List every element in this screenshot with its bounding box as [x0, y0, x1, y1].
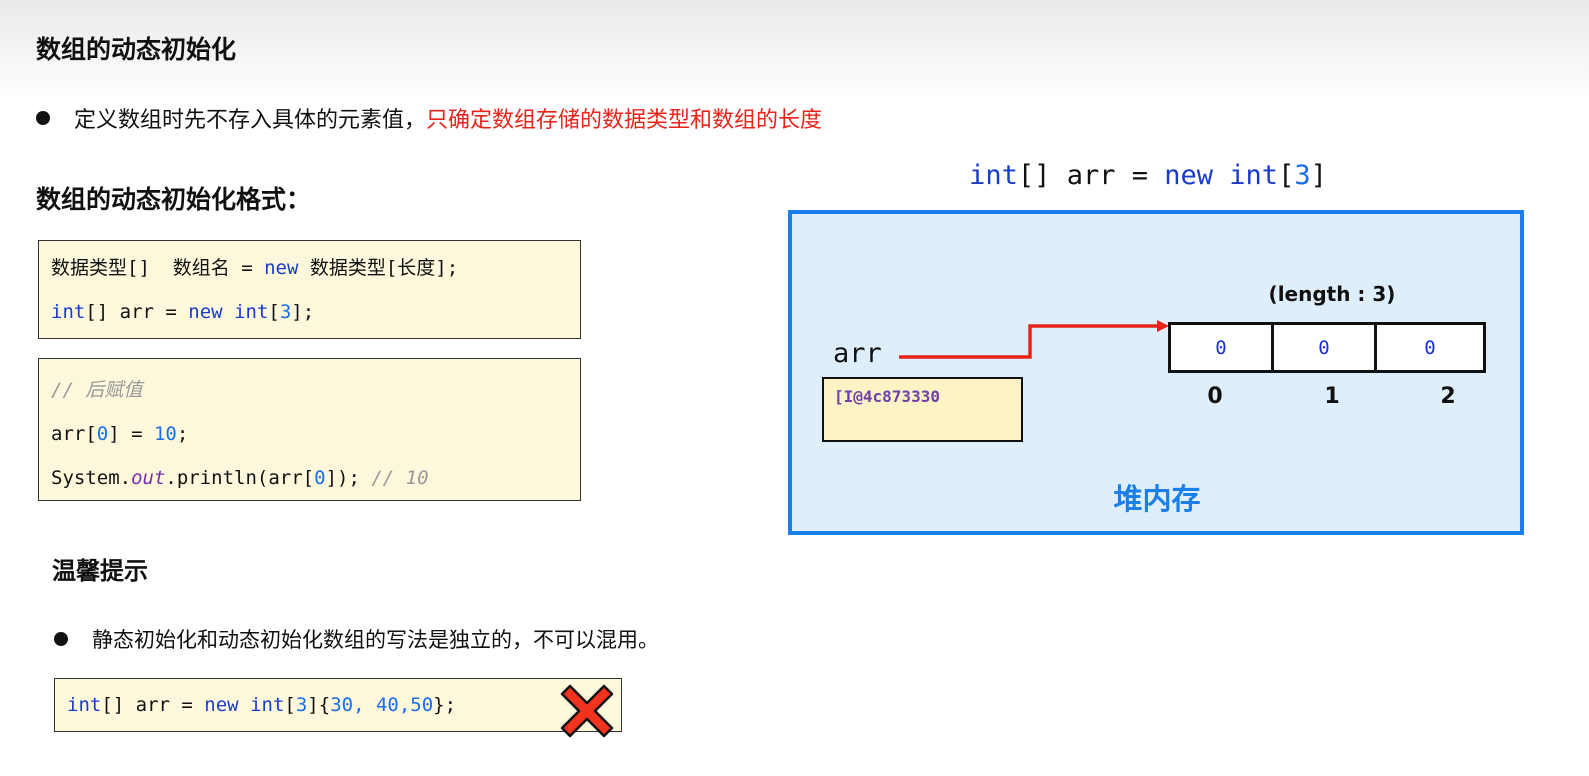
bullet-dot-icon	[54, 632, 68, 646]
code-line: System.out.println(arr[0]); // 10	[39, 456, 580, 500]
array-cell: 0	[1168, 322, 1274, 373]
code-token: 3	[279, 301, 292, 323]
heap-label: 堆内存	[1113, 482, 1201, 516]
address-box: [I@4c873330	[822, 377, 1023, 442]
code-token: 30, 40,50	[330, 694, 434, 716]
code-token: // 后赋值	[51, 379, 143, 401]
code-token: int	[51, 301, 86, 323]
tip-heading: 温馨提示	[52, 557, 148, 585]
code-token: int	[1229, 160, 1279, 191]
code-token: new	[1164, 160, 1214, 191]
code-token: 3	[1294, 160, 1311, 191]
array-cell: 0	[1271, 322, 1377, 373]
array-index: 1	[1324, 384, 1340, 409]
code-token: arr[	[51, 423, 97, 445]
array-cell: 0	[1374, 322, 1486, 373]
code-token: int	[250, 694, 285, 716]
code-token: ]{	[307, 694, 331, 716]
code-token: out	[131, 467, 166, 489]
code-token: // 10	[371, 467, 429, 489]
code-token: 数据类型[长度];	[298, 257, 459, 279]
code-token: [	[268, 301, 280, 323]
code-token: new	[188, 301, 223, 323]
code-token: [	[1278, 160, 1295, 191]
length-label: (length : 3)	[1268, 282, 1396, 306]
code-token: new	[264, 257, 299, 279]
slide-title: 数组的动态初始化	[36, 35, 237, 64]
diagram-heading: int[] arr = new int[3]	[788, 160, 1508, 191]
code-token: 3	[295, 694, 308, 716]
code-token: ]);	[325, 467, 372, 489]
bullet-dot-icon	[36, 111, 50, 125]
bullet-tip: 静态初始化和动态初始化数组的写法是独立的，不可以混用。	[54, 624, 659, 654]
code-token: 10	[153, 423, 177, 445]
code-token: };	[433, 694, 457, 716]
code-box-assign: // 后赋值 arr[0] = 10; System.out.println(arr…	[38, 358, 581, 501]
code-token: System.	[51, 467, 132, 489]
code-token: new	[204, 694, 239, 716]
bullet-definition: 定义数组时先不存入具体的元素值， 只确定数组存储的数据类型和数组的长度	[36, 102, 822, 134]
code-token: int	[234, 301, 269, 323]
var-name: arr	[833, 338, 882, 369]
code-token: ] =	[108, 423, 154, 445]
code-line: arr[0] = 10;	[39, 412, 580, 456]
code-box-format: 数据类型[] 数组名 = new 数据类型[长度]; int[] arr = ne…	[38, 240, 581, 339]
code-token: [] arr =	[101, 694, 205, 716]
red-x-icon	[560, 684, 614, 738]
code-box-wrong: int[] arr = new int[3]{30, 40,50};	[54, 678, 622, 732]
code-token: 0	[96, 423, 109, 445]
code-token: ]	[1310, 160, 1327, 191]
array-index: 0	[1207, 384, 1223, 409]
bullet-highlight: 只确定数组存储的数据类型和数组的长度	[426, 108, 823, 133]
code-token: .println(arr[	[165, 467, 315, 489]
code-token: int	[67, 694, 102, 716]
code-line: // 后赋值	[39, 368, 580, 412]
code-token: ;	[176, 423, 189, 445]
code-token: int	[969, 160, 1018, 191]
code-token: [] arr =	[1017, 160, 1165, 191]
reference-arrow	[899, 320, 1169, 359]
code-line: int[] arr = new int[3];	[39, 290, 580, 334]
code-line: int[] arr = new int[3]{30, 40,50};	[55, 683, 621, 727]
array-index: 2	[1440, 384, 1456, 409]
code-token: ];	[291, 301, 315, 323]
code-line: 数据类型[] 数组名 = new 数据类型[长度];	[39, 246, 580, 290]
code-token: [	[284, 694, 296, 716]
code-token: 数据类型[] 数组名 =	[51, 257, 265, 279]
format-heading: 数组的动态初始化格式：	[36, 185, 312, 214]
heap-memory-panel: arr [I@4c873330 (length : 3) 0 0 0 0 1 2…	[788, 210, 1524, 535]
array-cells: 0 0 0	[1168, 322, 1488, 373]
bullet-text: 静态初始化和动态初始化数组的写法是独立的，不可以混用。	[92, 628, 659, 652]
code-token: [] arr =	[85, 301, 189, 323]
code-token: 0	[314, 467, 326, 489]
header-band	[0, 0, 1589, 100]
bullet-text: 定义数组时先不存入具体的元素值，	[74, 108, 427, 133]
